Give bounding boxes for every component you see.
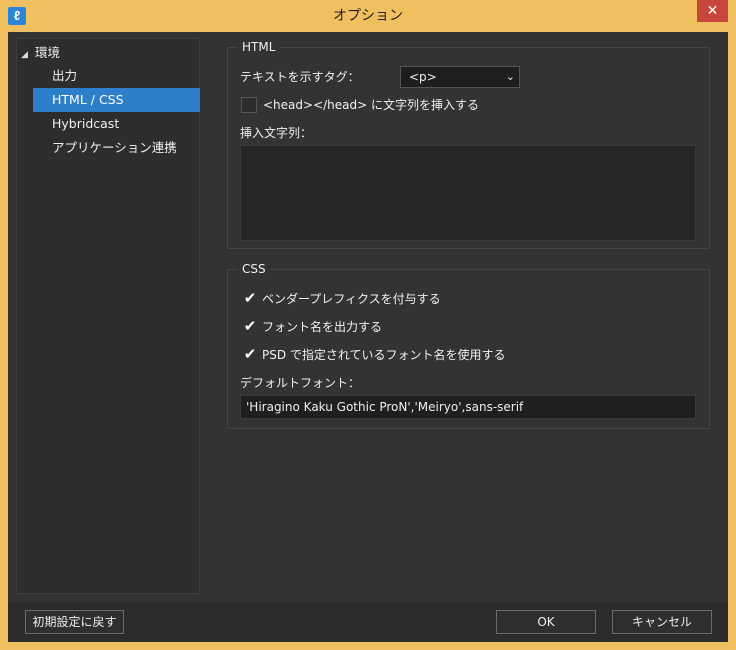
chevron-down-icon: ⌄ xyxy=(505,70,515,83)
tree-root-label: 環境 xyxy=(35,45,61,60)
html-group-legend: HTML xyxy=(238,40,280,54)
reset-defaults-button[interactable]: 初期設定に戻す xyxy=(25,610,124,634)
output-font-checkbox[interactable]: ✔ xyxy=(242,318,258,334)
title-bar: ℓ オプション ✕ xyxy=(0,0,736,32)
tree-item-app-integration[interactable]: アプリケーション連携 xyxy=(33,136,200,160)
psd-font-checkbox[interactable]: ✔ xyxy=(242,346,258,362)
head-insert-label: <head></head> に文字列を挿入する xyxy=(263,98,479,112)
close-button[interactable]: ✕ xyxy=(697,0,728,22)
head-insert-checkbox[interactable] xyxy=(241,97,257,113)
text-tag-select[interactable]: <p> ⌄ xyxy=(400,66,520,88)
insert-string-label: 挿入文字列： xyxy=(240,126,313,140)
ok-button[interactable]: OK xyxy=(496,610,596,634)
options-dialog: ℓ オプション ✕ ◢ 環境 出力 HTML / CSS Hybridcast ア… xyxy=(0,0,736,650)
vendor-prefix-label: ベンダープレフィクスを付与する xyxy=(262,292,441,306)
expand-triangle-icon[interactable]: ◢ xyxy=(21,46,35,64)
tree-item-output[interactable]: 出力 xyxy=(33,64,200,88)
text-tag-value: <p> xyxy=(409,70,437,84)
default-font-input[interactable]: 'Hiragino Kaku Gothic ProN','Meiryo',san… xyxy=(240,395,696,419)
window-title: オプション xyxy=(333,8,403,24)
tree-root-environment[interactable]: ◢ 環境 xyxy=(21,44,60,62)
text-tag-label: テキストを示すタグ： xyxy=(240,70,360,84)
settings-tree: ◢ 環境 出力 HTML / CSS Hybridcast アプリケーション連携 xyxy=(16,38,200,594)
insert-string-textarea[interactable] xyxy=(240,145,696,241)
css-group-legend: CSS xyxy=(238,262,270,276)
vendor-prefix-checkbox[interactable]: ✔ xyxy=(242,290,258,306)
tree-item-html-css[interactable]: HTML / CSS xyxy=(33,88,200,112)
tree-item-hybridcast[interactable]: Hybridcast xyxy=(33,112,200,136)
default-font-label: デフォルトフォント： xyxy=(240,376,361,390)
output-font-label: フォント名を出力する xyxy=(262,320,383,334)
psd-font-label: PSD で指定されているフォント名を使用する xyxy=(262,348,506,362)
cancel-button[interactable]: キャンセル xyxy=(612,610,712,634)
